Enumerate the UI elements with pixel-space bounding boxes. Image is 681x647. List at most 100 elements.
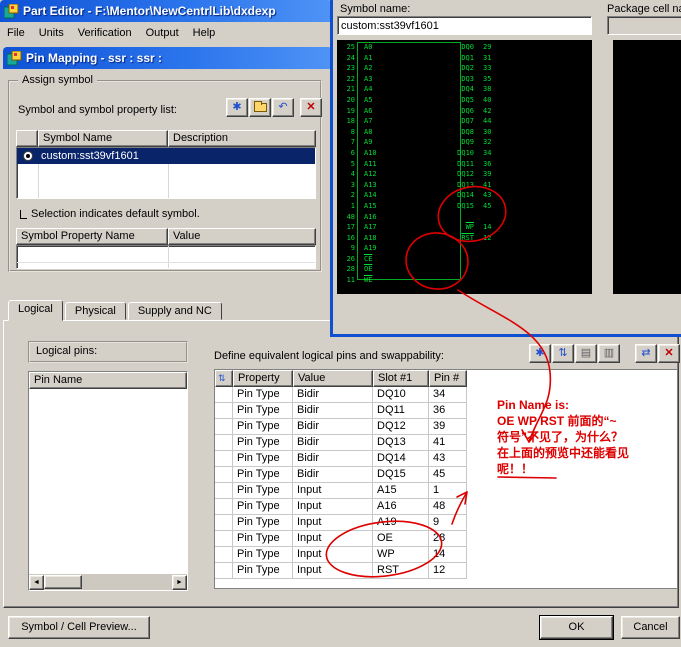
tab[interactable]: Logical: [8, 300, 63, 321]
value-column-header[interactable]: Value: [293, 370, 373, 387]
symbol-pin-row: 22 A3 DQ3 35: [339, 74, 499, 85]
swap-group-column-header[interactable]: ⇅: [215, 370, 233, 387]
right-pin-name: DQ0: [461, 43, 474, 51]
pin-row-spacer: [402, 148, 436, 159]
paste-button[interactable]: ▥: [598, 344, 620, 363]
equivalent-table-row[interactable]: Pin Type Input A16 48: [215, 499, 677, 515]
cancel-button[interactable]: Cancel: [621, 616, 680, 639]
right-pin-name: [436, 254, 481, 265]
scrollbar-thumb[interactable]: [44, 575, 82, 589]
symbol-property-table-body[interactable]: [16, 245, 316, 269]
symbol-property-table-header: Symbol Property Name Value: [16, 228, 316, 245]
symbol-table-row-selected[interactable]: custom:sst39vf1601: [17, 148, 315, 164]
symbol-name-column-header[interactable]: Symbol Name: [38, 130, 168, 147]
menu-item[interactable]: Verification: [71, 25, 139, 41]
equivalent-table-row[interactable]: Pin Type Input WP 14: [215, 547, 677, 563]
pin-row-spacer: [402, 264, 436, 275]
pin-name-list-body[interactable]: [29, 389, 187, 574]
property-column-header[interactable]: Property: [233, 370, 293, 387]
pin-number-cell: 39: [429, 419, 467, 435]
value-cell: Bidir: [293, 451, 373, 467]
annotation-text-line: 符号”不见了，为什么？: [497, 430, 624, 444]
value-cell: Input: [293, 531, 373, 547]
open-folder-icon: [253, 101, 267, 112]
horizontal-scrollbar[interactable]: ◄ ►: [29, 574, 187, 590]
value-cell: Input: [293, 515, 373, 531]
symbol-pin-row: 17 A17 WP 14: [339, 222, 499, 233]
default-symbol-radio[interactable]: [17, 151, 39, 161]
pin-row-spacer: [402, 233, 436, 244]
slot1-column-header[interactable]: Slot #1: [373, 370, 429, 387]
left-pin-name: A19: [364, 244, 377, 253]
right-pin-number: 42: [483, 106, 492, 115]
undo-button[interactable]: ↶: [272, 98, 294, 117]
main-window-titlebar[interactable]: Part Editor - F:\Mentor\NewCentrlLib\dxd…: [0, 0, 332, 22]
pin-mapping-dialog-titlebar[interactable]: Pin Mapping - ssr : ssr :: [3, 47, 332, 69]
swap-pair-button[interactable]: ⇄: [635, 344, 657, 363]
package-cell-combobox[interactable]: [607, 16, 681, 35]
value-cell: Bidir: [293, 435, 373, 451]
right-pin-name: DQ12: [457, 170, 474, 179]
property-cell: Pin Type: [233, 451, 293, 467]
left-pin-number: 8: [350, 127, 355, 136]
package-preview-canvas[interactable]: [613, 40, 681, 294]
symbol-table-header: Symbol Name Description: [16, 130, 316, 147]
swap-pins-button[interactable]: ⇅: [552, 344, 574, 363]
equivalent-table-row[interactable]: Pin Type Input A19 9: [215, 515, 677, 531]
symbol-name-input[interactable]: [337, 16, 592, 35]
right-pin-name: DQ13: [457, 180, 474, 189]
new-symbol-button[interactable]: ✱: [226, 98, 248, 117]
symbol-table-radio-column-header[interactable]: [16, 130, 38, 147]
swap-group-cell: [215, 547, 233, 563]
symbol-table: Symbol Name Description custom:sst39vf16…: [16, 130, 316, 199]
menu-item[interactable]: Help: [186, 25, 223, 41]
equivalent-table-row[interactable]: Pin Type Input A15 1: [215, 483, 677, 499]
left-pin-name: A8: [364, 127, 373, 136]
pin-row-spacer: [402, 275, 436, 286]
left-pin-name: A0: [364, 43, 373, 51]
right-pin-name: DQ3: [461, 74, 474, 83]
left-pin-name: A9: [364, 138, 373, 147]
right-pin-number: 39: [483, 170, 492, 179]
pin-number-column-header[interactable]: Pin #: [429, 370, 467, 387]
right-pin-number: [481, 243, 499, 254]
pin-name-column-header[interactable]: Pin Name: [29, 372, 187, 389]
scroll-left-button[interactable]: ◄: [29, 574, 44, 590]
symbol-preview-canvas[interactable]: 25 A0 DQ0 29 24 A1 DQ1 31 23 A2 DQ2 33 2…: [337, 40, 592, 294]
equivalent-table-row[interactable]: Pin Type Input RST 12: [215, 563, 677, 579]
right-pin-name: WP: [465, 223, 474, 232]
delete-symbol-button[interactable]: ✕: [300, 98, 322, 117]
right-pin-number: [481, 275, 499, 286]
left-pin-name: A2: [364, 64, 373, 73]
slot1-cell: DQ13: [373, 435, 429, 451]
annotation-text-line: 呢！！: [497, 462, 534, 476]
left-pin-name: A4: [364, 85, 373, 94]
symbol-pin-row: 26 CE: [339, 254, 499, 265]
new-equivalence-button[interactable]: ✱: [529, 344, 551, 363]
copy-button[interactable]: ▤: [575, 344, 597, 363]
scroll-right-button[interactable]: ►: [172, 574, 187, 590]
property-name-column-header[interactable]: Symbol Property Name: [16, 228, 168, 245]
symbol-table-body: custom:sst39vf1601: [16, 147, 316, 199]
menu-item[interactable]: Units: [32, 25, 71, 41]
pin-number-cell: 28: [429, 531, 467, 547]
ok-button[interactable]: OK: [539, 615, 614, 640]
left-pin-number: 26: [346, 254, 355, 263]
open-symbol-button[interactable]: [249, 98, 271, 117]
symbol-pin-row: 18 A7 DQ7 44: [339, 116, 499, 127]
description-column-header[interactable]: Description: [168, 130, 316, 147]
symbol-pin-row: 5 A11 DQ11 36: [339, 159, 499, 170]
symbol-cell-preview-button[interactable]: Symbol / Cell Preview...: [8, 616, 150, 639]
right-pin-number: 43: [483, 191, 492, 200]
tab[interactable]: Supply and NC: [127, 302, 222, 320]
menu-item[interactable]: Output: [139, 25, 186, 41]
menu-item[interactable]: File: [0, 25, 32, 41]
tab[interactable]: Physical: [64, 302, 126, 320]
pointer-corner-icon: [20, 210, 27, 219]
symbol-cell-preview-button-label: Symbol / Cell Preview...: [21, 621, 137, 633]
remove-equivalence-button[interactable]: ✕: [658, 344, 680, 363]
property-value-column-header[interactable]: Value: [168, 228, 316, 245]
right-pin-number: [481, 212, 499, 223]
equivalent-table-row[interactable]: Pin Type Input OE 28: [215, 531, 677, 547]
property-cell: Pin Type: [233, 547, 293, 563]
